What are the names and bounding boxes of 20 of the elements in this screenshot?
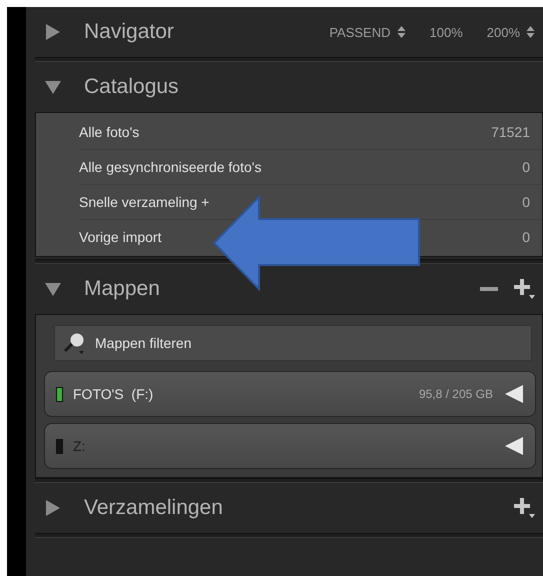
zoom-option[interactable]: PASSEND	[329, 24, 390, 40]
triangle-icon[interactable]	[503, 383, 525, 405]
panel-title[interactable]: Mappen	[84, 277, 160, 301]
zoom-option[interactable]: 100%	[430, 24, 463, 40]
triangle-icon[interactable]	[503, 435, 525, 457]
filter-field[interactable]: Mappen filteren	[54, 325, 532, 361]
panel-title[interactable]: Navigator	[84, 20, 174, 44]
panel-title[interactable]: Catalogus	[84, 75, 179, 99]
catalog-item[interactable]: Alle gesynchroniseerde foto's 0	[79, 150, 542, 185]
zoom-option[interactable]: 200%	[486, 24, 520, 40]
stepper-icon[interactable]	[396, 25, 406, 39]
catalog-item[interactable]: Alle foto's 71521	[79, 115, 542, 150]
volume-row[interactable]: FOTO'S (F:) 95,8 / 205 GB	[44, 371, 536, 417]
disk-usage: 95,8 / 205 GB	[418, 387, 493, 401]
filter-input[interactable]: Mappen filteren	[95, 328, 531, 358]
add-icon[interactable]	[513, 278, 535, 300]
add-icon[interactable]	[513, 497, 535, 519]
catalog-item[interactable]: Vorige import 0	[79, 220, 542, 254]
stepper-icon[interactable]	[526, 25, 535, 39]
panel-title[interactable]: Verzamelingen	[84, 496, 223, 520]
